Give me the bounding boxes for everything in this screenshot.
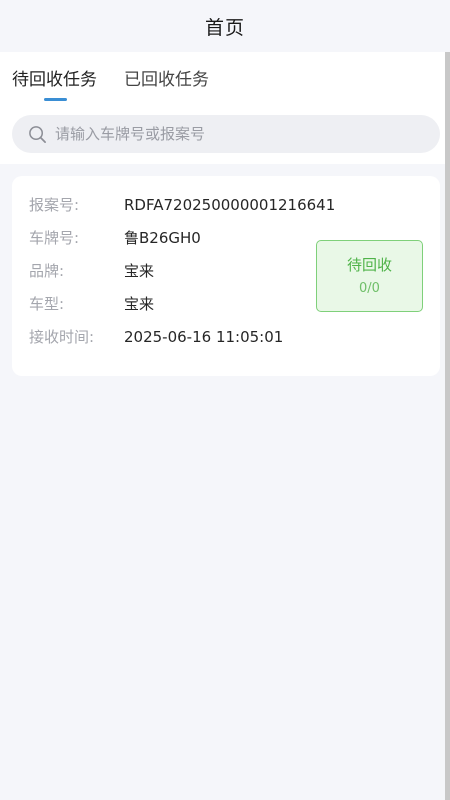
received-time-label: 接收时间: (29, 328, 95, 346)
plate-number-label: 车牌号: (29, 229, 80, 247)
status-count: 0/0 (359, 281, 380, 296)
status-label: 待回收 (346, 256, 392, 274)
plate-number-value: 鲁B26GH0 (124, 229, 201, 247)
page-title: 首页 (204, 16, 245, 39)
tab-active-indicator (44, 98, 67, 101)
tab-recovered[interactable]: 已回收任务 (124, 66, 209, 94)
nav-bar: 首页 (0, 0, 450, 52)
brand-label: 品牌: (29, 262, 65, 280)
model-value: 宝来 (124, 295, 155, 313)
brand-value: 宝来 (124, 262, 155, 280)
search-bar[interactable] (12, 115, 440, 153)
tab-pending-recovery[interactable]: 待回收任务 (12, 66, 97, 94)
search-icon (27, 124, 47, 144)
search-input[interactable] (55, 119, 440, 149)
case-number-label: 报案号: (29, 196, 80, 214)
task-card[interactable]: 报案号: RDFA720250000001216641 车牌号: 鲁B26GH0… (12, 176, 440, 376)
pending-recovery-status-button[interactable]: 待回收 0/0 (316, 240, 423, 312)
scrollbar[interactable] (445, 52, 450, 800)
case-number-value: RDFA720250000001216641 (124, 196, 336, 214)
tab-area: 待回收任务 已回收任务 (0, 52, 450, 164)
model-label: 车型: (29, 295, 65, 313)
received-time-value: 2025-06-16 11:05:01 (124, 328, 284, 346)
